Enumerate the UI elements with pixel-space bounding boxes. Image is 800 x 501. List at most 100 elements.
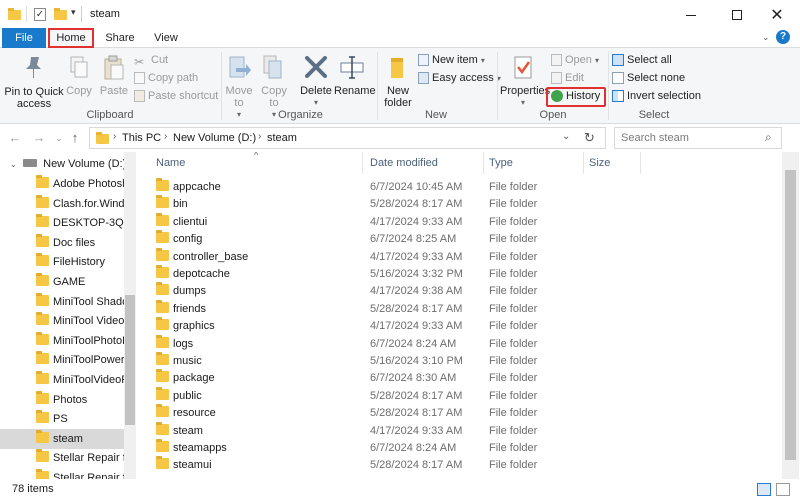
nav-item[interactable]: DESKTOP-3QFNM: [0, 213, 124, 233]
address-bar[interactable]: › This PC › New Volume (D:) › steam ⌄ ↻: [89, 127, 606, 149]
expand-chevron-icon[interactable]: ⌄: [0, 155, 20, 174]
large-icons-view-icon[interactable]: [776, 483, 790, 496]
file-row[interactable]: dumps 4/17/2024 9:38 AM File folder: [142, 282, 772, 300]
tab-home[interactable]: Home: [48, 28, 94, 48]
nav-item[interactable]: Stellar Repair for Video: [0, 448, 124, 468]
nav-item[interactable]: PS: [0, 409, 124, 429]
minimize-button[interactable]: [668, 0, 714, 30]
tab-share[interactable]: Share: [100, 28, 140, 48]
nav-item[interactable]: GAME: [0, 272, 124, 292]
nav-item[interactable]: MiniToolPowerDataRecovery: [0, 350, 124, 370]
easy-access-button[interactable]: Easy access ▾: [418, 70, 501, 87]
caret-icon: ▾: [313, 98, 318, 107]
refresh-icon[interactable]: ↻: [584, 130, 595, 146]
file-row[interactable]: steamapps 6/7/2024 8:24 AM File folder: [142, 439, 772, 457]
column-divider[interactable]: [362, 152, 363, 174]
edit-button[interactable]: Edit: [551, 70, 584, 87]
nav-item[interactable]: MiniToolVideoRepair: [0, 370, 124, 390]
nav-item-label: steam: [53, 432, 83, 445]
nav-item[interactable]: Stellar Repair for Photo: [0, 468, 124, 479]
folder-icon: [156, 212, 169, 226]
folder-icon: [156, 195, 169, 209]
file-row[interactable]: music 5/16/2024 3:10 PM File folder: [142, 352, 772, 370]
file-row[interactable]: bin 5/28/2024 8:17 AM File folder: [142, 195, 772, 213]
file-row[interactable]: graphics 4/17/2024 9:33 AM File folder: [142, 317, 772, 335]
file-date: 6/7/2024 8:24 AM: [370, 442, 457, 454]
file-row[interactable]: appcache 6/7/2024 10:45 AM File folder: [142, 178, 772, 196]
column-divider[interactable]: [483, 152, 484, 174]
nav-item[interactable]: Adobe Photoshop: [0, 174, 124, 194]
column-header-type[interactable]: Type: [489, 152, 513, 174]
new-item-button[interactable]: New item ▾: [418, 52, 485, 69]
invert-selection-button[interactable]: Invert selection: [612, 88, 701, 105]
column-header-name[interactable]: Name: [156, 152, 185, 174]
folder-icon: [36, 449, 49, 463]
nav-item[interactable]: MiniTool ShadowMaker: [0, 292, 124, 312]
nav-root-volume[interactable]: ⌄ New Volume (D:): [0, 154, 124, 174]
new-folder-button[interactable]: New folder: [380, 54, 416, 109]
select-all-button[interactable]: Select all: [612, 52, 672, 69]
forward-arrow-icon[interactable]: →: [30, 129, 48, 147]
select-none-button[interactable]: Select none: [612, 70, 685, 87]
folder-icon: [156, 421, 169, 435]
nav-item[interactable]: Photos: [0, 390, 124, 410]
nav-item[interactable]: MiniToolPhotoRecovery: [0, 331, 124, 351]
customize-quick-access-icon[interactable]: ▾: [71, 7, 76, 18]
delete-button[interactable]: Delete ▾: [298, 54, 334, 109]
nav-item[interactable]: FileHistory: [0, 252, 124, 272]
help-icon[interactable]: ?: [776, 30, 790, 44]
easy-access-label: Easy access: [432, 72, 494, 84]
group-separator: [221, 52, 222, 120]
file-name: clientui: [173, 215, 208, 228]
file-row[interactable]: depotcache 5/16/2024 3:32 PM File folder: [142, 265, 772, 283]
copy-button[interactable]: Copy: [64, 54, 94, 97]
column-divider[interactable]: [583, 152, 584, 174]
file-row[interactable]: logs 6/7/2024 8:24 AM File folder: [142, 334, 772, 353]
file-row[interactable]: friends 5/28/2024 8:17 AM File folder: [142, 299, 772, 318]
back-arrow-icon[interactable]: ←: [6, 129, 24, 147]
details-view-icon[interactable]: [757, 483, 771, 496]
file-row[interactable]: package 6/7/2024 8:30 AM File folder: [142, 369, 772, 387]
column-header-size[interactable]: Size: [589, 152, 610, 174]
breadcrumb-volume[interactable]: New Volume (D:): [173, 132, 256, 144]
nav-item[interactable]: steam: [0, 428, 124, 449]
pin-to-quick-access-button[interactable]: Pin to Quick access: [4, 54, 64, 110]
close-button[interactable]: ✕: [754, 0, 800, 30]
file-row[interactable]: steam 4/17/2024 9:33 AM File folder: [142, 421, 772, 440]
nav-item[interactable]: MiniTool Video Converter: [0, 311, 124, 331]
cut-button[interactable]: ✂ Cut: [134, 52, 168, 69]
address-dropdown-icon[interactable]: ⌄: [562, 131, 570, 142]
breadcrumb-steam[interactable]: steam: [267, 132, 297, 144]
file-row[interactable]: clientui 4/17/2024 9:33 AM File folder: [142, 212, 772, 231]
file-row[interactable]: controller_base 4/17/2024 9:33 AM File fol…: [142, 247, 772, 266]
column-divider[interactable]: [640, 152, 641, 174]
up-arrow-icon[interactable]: ↑: [66, 129, 84, 147]
file-name: controller_base: [173, 250, 249, 263]
folder-icon: [156, 230, 169, 244]
new-folder-quick-icon[interactable]: [54, 8, 67, 20]
search-input[interactable]: Search steam: [621, 132, 689, 144]
copy-path-button[interactable]: Copy path: [134, 70, 198, 87]
folder-icon: [156, 456, 169, 470]
tab-file[interactable]: File: [2, 28, 46, 48]
file-row[interactable]: resource 5/28/2024 8:17 AM File folder: [142, 404, 772, 422]
file-row[interactable]: public 5/28/2024 8:17 AM File folder: [142, 386, 772, 405]
list-scrollbar-thumb[interactable]: [785, 170, 796, 460]
search-box[interactable]: Search steam ⌕: [614, 127, 782, 149]
nav-scrollbar-thumb[interactable]: [125, 295, 135, 425]
rename-button[interactable]: Rename: [334, 54, 376, 97]
column-header-date[interactable]: Date modified: [370, 152, 438, 174]
properties-button[interactable]: Properties ▾: [500, 54, 550, 109]
tab-view[interactable]: View: [146, 28, 186, 48]
nav-item[interactable]: Doc files: [0, 233, 124, 253]
search-icon[interactable]: ⌕: [765, 130, 772, 145]
properties-quick-icon[interactable]: ✓: [34, 8, 46, 21]
paste-shortcut-button[interactable]: Paste shortcut: [134, 88, 218, 105]
collapse-ribbon-icon[interactable]: ⌄: [762, 32, 770, 43]
open-button[interactable]: Open ▾: [551, 52, 599, 69]
nav-item[interactable]: Clash.for.Windows: [0, 194, 124, 214]
file-row[interactable]: steamui 5/28/2024 8:17 AM File folder: [142, 456, 772, 474]
file-row[interactable]: config 6/7/2024 8:25 AM File folder: [142, 230, 772, 248]
paste-button[interactable]: Paste: [99, 54, 129, 97]
breadcrumb-this-pc[interactable]: This PC: [122, 132, 161, 144]
